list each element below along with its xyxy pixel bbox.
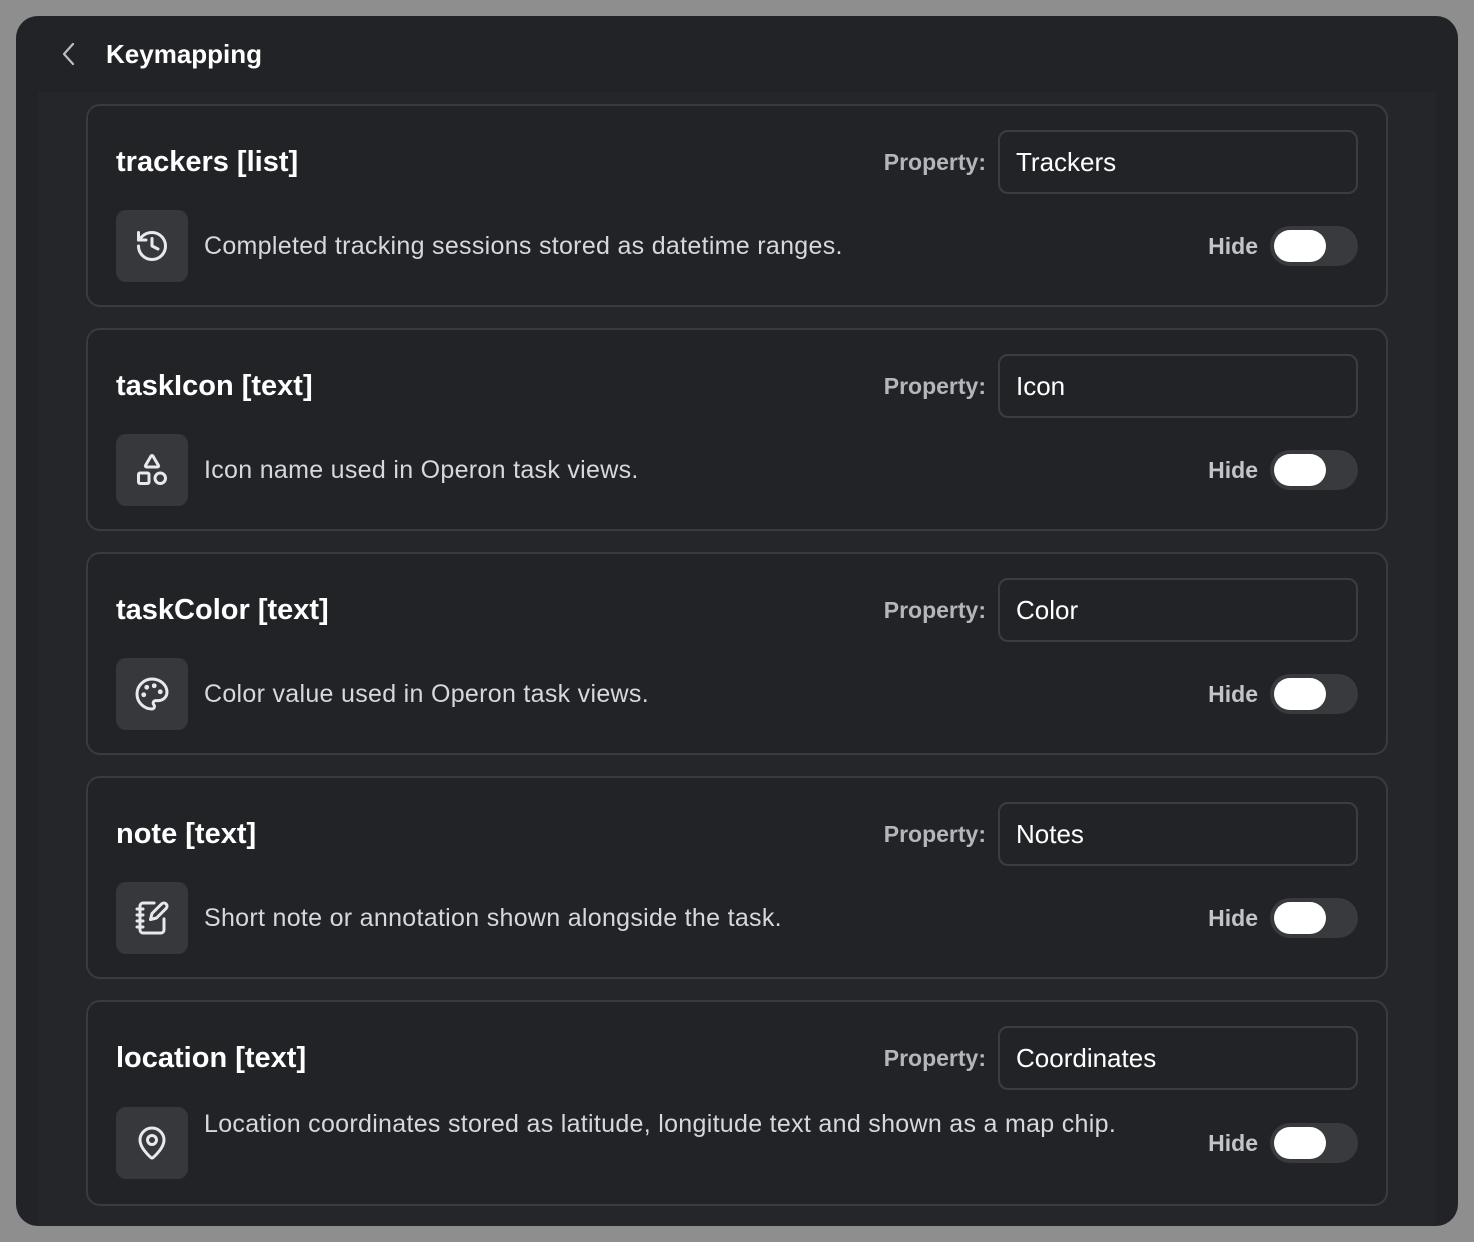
field-icon-box <box>116 1107 188 1179</box>
field-description: Color value used in Operon task views. <box>204 680 649 708</box>
toggle-knob <box>1274 678 1326 710</box>
notebook-pen-icon <box>134 900 170 936</box>
field-title: note [text] <box>116 818 257 850</box>
property-input[interactable] <box>998 578 1358 642</box>
hide-toggle[interactable] <box>1270 226 1358 266</box>
field-icon-box <box>116 210 188 282</box>
hide-toggle[interactable] <box>1270 674 1358 714</box>
field-title: taskColor [text] <box>116 594 329 626</box>
toggle-knob <box>1274 230 1326 262</box>
back-button[interactable] <box>56 38 82 70</box>
header: Keymapping <box>16 16 1458 92</box>
page-title: Keymapping <box>106 39 263 69</box>
hide-label: Hide <box>1208 905 1258 931</box>
field-title: location [text] <box>116 1042 307 1074</box>
toggle-knob <box>1274 1127 1326 1159</box>
hide-label: Hide <box>1208 457 1258 483</box>
chevron-left-icon <box>61 41 77 67</box>
field-title: trackers [list] <box>116 146 299 178</box>
field-list[interactable]: trackers [list] Property: Completed trac… <box>38 92 1436 1226</box>
palette-icon <box>134 676 170 712</box>
settings-window: Keymapping trackers [list] Property: Com… <box>16 16 1458 1226</box>
hide-label: Hide <box>1208 233 1258 259</box>
field-icon-box <box>116 658 188 730</box>
hide-label: Hide <box>1208 1130 1258 1156</box>
field-card-trackers: trackers [list] Property: Completed trac… <box>86 104 1388 307</box>
property-label: Property: <box>883 821 986 847</box>
field-description: Icon name used in Operon task views. <box>204 456 639 484</box>
map-pin-icon <box>134 1125 170 1161</box>
property-input[interactable] <box>998 354 1358 418</box>
field-description: Location coordinates stored as latitude,… <box>204 1110 1117 1138</box>
hide-toggle[interactable] <box>1270 1123 1358 1163</box>
field-card-taskcolor: taskColor [text] Property: Color value u… <box>86 552 1388 755</box>
hide-label: Hide <box>1208 681 1258 707</box>
field-description: Short note or annotation shown alongside… <box>204 904 782 932</box>
toggle-knob <box>1274 902 1326 934</box>
field-description: Completed tracking sessions stored as da… <box>204 232 843 260</box>
property-label: Property: <box>883 149 986 175</box>
property-input[interactable] <box>998 802 1358 866</box>
property-input[interactable] <box>998 130 1358 194</box>
property-label: Property: <box>883 1045 986 1071</box>
property-label: Property: <box>883 597 986 623</box>
hide-toggle[interactable] <box>1270 898 1358 938</box>
history-icon <box>134 228 170 264</box>
field-icon-box <box>116 882 188 954</box>
field-card-note: note [text] Property: Short note or anno… <box>86 776 1388 979</box>
field-title: taskIcon [text] <box>116 370 313 402</box>
hide-toggle[interactable] <box>1270 450 1358 490</box>
field-card-taskicon: taskIcon [text] Property: Icon name used… <box>86 328 1388 531</box>
field-icon-box <box>116 434 188 506</box>
shapes-icon <box>134 452 170 488</box>
toggle-knob <box>1274 454 1326 486</box>
field-card-location: location [text] Property: Location coord… <box>86 1000 1388 1206</box>
property-label: Property: <box>883 373 986 399</box>
property-input[interactable] <box>998 1026 1358 1090</box>
